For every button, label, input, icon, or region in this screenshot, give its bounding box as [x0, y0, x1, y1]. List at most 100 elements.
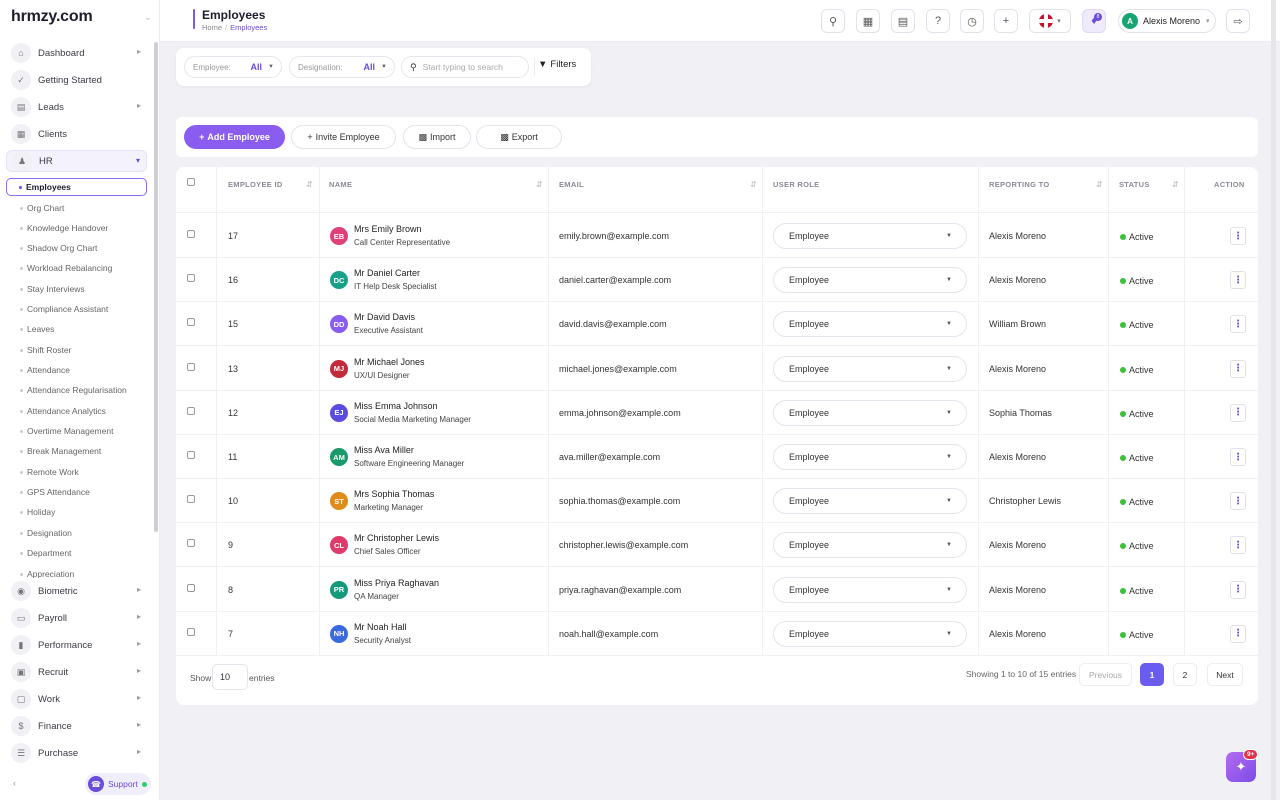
sidebar-item-performance[interactable]: ▮ Performance ▸	[6, 634, 147, 656]
user-menu[interactable]: A Alexis Moreno ▾	[1118, 9, 1216, 33]
row-actions-button[interactable]: ⋮	[1230, 271, 1246, 290]
sidebar-subitem-overtime-management[interactable]: Overtime Management	[20, 422, 146, 440]
breadcrumb-home[interactable]: Home	[202, 23, 222, 32]
user-role-select[interactable]: Employee ▼	[773, 488, 967, 515]
employee-name[interactable]: Mr Daniel Carter	[354, 268, 420, 278]
sidebar-item-finance[interactable]: $ Finance ▸	[6, 715, 147, 737]
sidebar-item-purchase[interactable]: ☰ Purchase ▸	[6, 742, 147, 764]
row-actions-button[interactable]: ⋮	[1230, 624, 1246, 643]
user-role-select[interactable]: Employee ▼	[773, 576, 967, 603]
sidebar-subitem-attendance[interactable]: Attendance	[20, 361, 146, 379]
select-all-checkbox[interactable]	[187, 178, 195, 186]
designation-filter[interactable]: Designation: All ▼	[289, 56, 395, 78]
collapse-sidebar-icon[interactable]: ‹	[13, 778, 16, 788]
row-checkbox[interactable]	[187, 318, 195, 327]
employee-name[interactable]: Miss Ava Miller	[354, 445, 414, 455]
search-button[interactable]: ⚲	[821, 9, 845, 33]
sidebar-subitem-gps-attendance[interactable]: GPS Attendance	[20, 483, 146, 501]
sidebar-subitem-attendance-regularisation[interactable]: Attendance Regularisation	[20, 381, 146, 399]
sidebar-item-recruit[interactable]: ▣ Recruit ▸	[6, 661, 147, 683]
quick-add-button[interactable]: +	[994, 9, 1018, 33]
sidebar-subitem-stay-interviews[interactable]: Stay Interviews	[20, 280, 146, 298]
language-selector[interactable]: ▾	[1029, 9, 1071, 33]
page-2-button[interactable]: 2	[1173, 663, 1197, 686]
user-role-select[interactable]: Employee ▼	[773, 444, 967, 470]
chevron-down-icon[interactable]: ⌄	[144, 12, 152, 23]
sidebar-subitem-org-chart[interactable]: Org Chart	[20, 199, 146, 217]
employee-name[interactable]: Mrs Emily Brown	[354, 224, 422, 234]
sidebar-subitem-compliance-assistant[interactable]: Compliance Assistant	[20, 300, 146, 318]
employee-name[interactable]: Miss Emma Johnson	[354, 401, 438, 411]
user-role-select[interactable]: Employee ▼	[773, 223, 967, 249]
next-page-button[interactable]: Next	[1207, 663, 1243, 686]
row-actions-button[interactable]: ⋮	[1230, 536, 1246, 555]
export-button[interactable]: ▩ Export	[476, 125, 562, 149]
sidebar-subitem-employees[interactable]: Employees	[6, 178, 147, 196]
sidebar-item-biometric[interactable]: ◉ Biometric ▸	[6, 580, 147, 602]
column-email[interactable]: EMAIL	[559, 180, 584, 189]
timer-button[interactable]: ◷	[960, 9, 984, 33]
sidebar-item-leads[interactable]: ▤ Leads ▸	[6, 96, 147, 118]
help-button[interactable]: ?	[926, 9, 950, 33]
sidebar-subitem-shadow-org-chart[interactable]: Shadow Org Chart	[20, 239, 146, 257]
employee-name[interactable]: Mr Michael Jones	[354, 357, 425, 367]
filters-button[interactable]: ▼ Filters	[538, 59, 576, 70]
row-actions-button[interactable]: ⋮	[1230, 227, 1246, 245]
employee-name[interactable]: Mr Christopher Lewis	[354, 533, 439, 543]
page-size-select[interactable]: 10	[212, 664, 248, 690]
previous-page-button[interactable]: Previous	[1079, 663, 1132, 686]
sidebar-item-hr[interactable]: ♟ HR ▾	[6, 150, 147, 172]
row-actions-button[interactable]: ⋮	[1230, 492, 1246, 511]
row-actions-button[interactable]: ⋮	[1230, 448, 1246, 466]
column-name[interactable]: NAME	[329, 180, 352, 189]
row-checkbox[interactable]	[187, 362, 195, 371]
employee-name[interactable]: Mr Noah Hall	[354, 622, 407, 632]
employee-name[interactable]: Miss Priya Raghavan	[354, 578, 439, 588]
user-role-select[interactable]: Employee ▼	[773, 399, 967, 426]
sidebar-subitem-leaves[interactable]: Leaves	[20, 320, 146, 338]
sidebar-item-getting-started[interactable]: ✓ Getting Started	[6, 69, 147, 91]
column-employee-id[interactable]: EMPLOYEE ID	[228, 180, 283, 189]
row-checkbox[interactable]	[187, 230, 195, 238]
row-checkbox[interactable]	[187, 627, 195, 636]
sidebar-item-payroll[interactable]: ▭ Payroll ▸	[6, 607, 147, 629]
sidebar-subitem-workload-rebalancing[interactable]: Workload Rebalancing	[20, 259, 146, 277]
sort-icon[interactable]: ⇵	[306, 180, 313, 189]
row-checkbox[interactable]	[187, 451, 195, 459]
row-checkbox[interactable]	[187, 274, 195, 283]
sidebar-subitem-knowledge-handover[interactable]: Knowledge Handover	[20, 219, 146, 237]
user-role-select[interactable]: Employee ▼	[773, 620, 967, 647]
notes-button[interactable]: ▤	[891, 9, 915, 33]
employee-name[interactable]: Mrs Sophia Thomas	[354, 489, 434, 499]
search-input[interactable]	[422, 62, 513, 72]
logout-button[interactable]: ⇨	[1226, 9, 1250, 33]
user-role-select[interactable]: Employee ▼	[773, 311, 967, 338]
sort-icon[interactable]: ⇵	[1096, 180, 1103, 189]
calendar-button[interactable]: ▦	[856, 9, 880, 33]
sidebar-subitem-shift-roster[interactable]: Shift Roster	[20, 341, 146, 359]
row-checkbox[interactable]	[187, 539, 195, 548]
row-actions-button[interactable]: ⋮	[1230, 359, 1246, 378]
user-role-select[interactable]: Employee ▼	[773, 532, 967, 559]
user-role-select[interactable]: Employee ▼	[773, 355, 967, 382]
sort-icon[interactable]: ⇵	[1172, 180, 1179, 189]
sidebar-item-dashboard[interactable]: ⌂ Dashboard ▸	[6, 42, 147, 64]
row-checkbox[interactable]	[187, 583, 195, 592]
page-1-button[interactable]: 1	[1140, 663, 1164, 686]
user-role-select[interactable]: Employee ▼	[773, 267, 967, 294]
search-field[interactable]: ⚲	[401, 56, 529, 78]
sidebar-subitem-break-management[interactable]: Break Management	[20, 442, 146, 460]
sidebar-item-clients[interactable]: ▦ Clients	[6, 123, 147, 145]
sidebar-subitem-holiday[interactable]: Holiday	[20, 503, 146, 521]
app-logo[interactable]: hrmzy.com	[11, 8, 93, 26]
import-button[interactable]: ▩ Import	[403, 125, 471, 149]
employee-filter[interactable]: Employee: All ▼	[184, 56, 282, 78]
notifications-button[interactable]: ♦ 8	[1082, 9, 1106, 33]
row-actions-button[interactable]: ⋮	[1230, 315, 1246, 334]
sidebar-item-work[interactable]: ▢ Work ▸	[6, 688, 147, 710]
sidebar-subitem-appreciation[interactable]: Appreciation	[20, 565, 146, 578]
row-checkbox[interactable]	[187, 495, 195, 504]
sidebar-subitem-designation[interactable]: Designation	[20, 524, 146, 542]
sidebar-subitem-remote-work[interactable]: Remote Work	[20, 463, 146, 481]
sort-icon[interactable]: ⇵	[536, 180, 543, 189]
